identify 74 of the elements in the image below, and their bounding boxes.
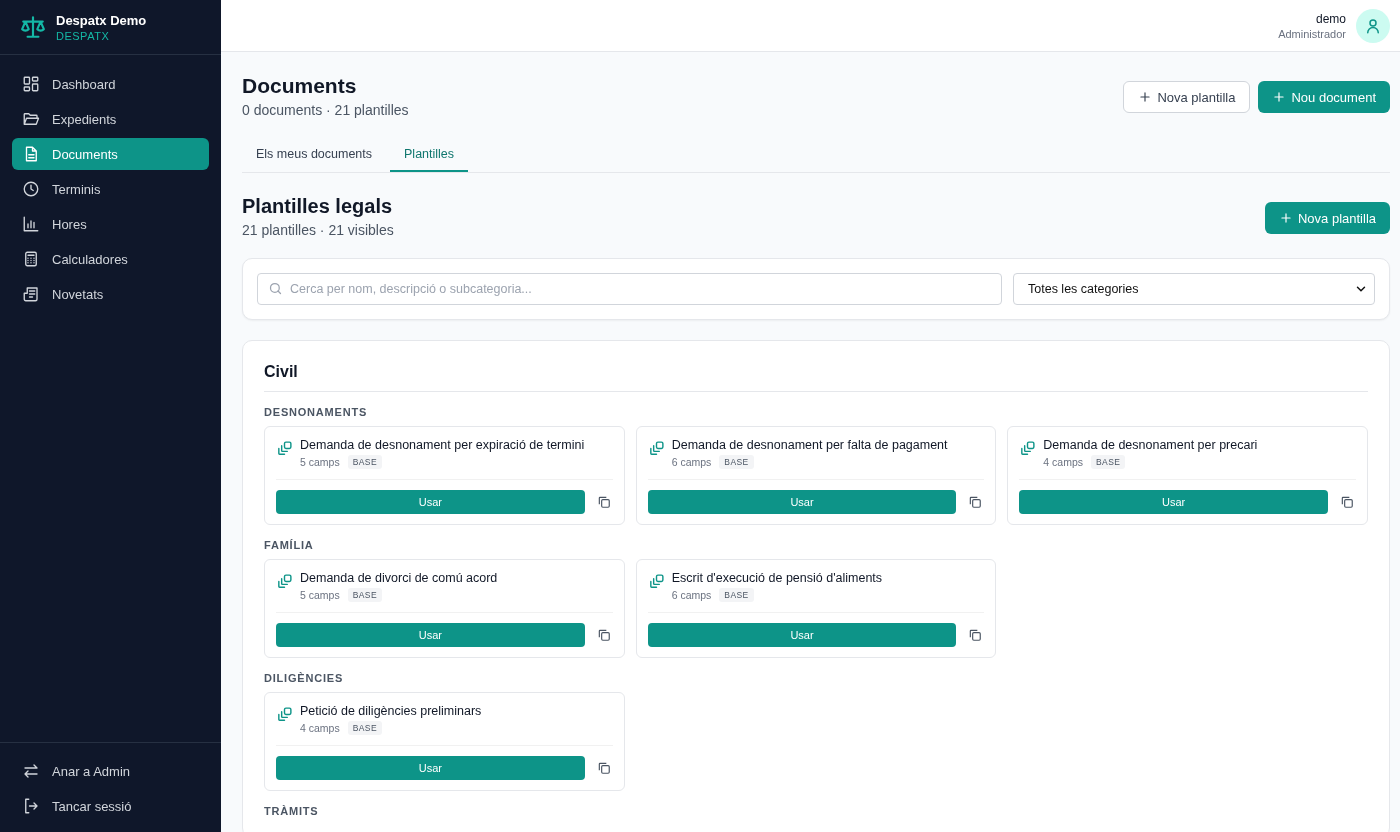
swap-arrows-icon <box>22 762 40 780</box>
category-title: Civil <box>264 363 1368 392</box>
copy-icon <box>647 440 665 457</box>
new-template-button[interactable]: Nova plantilla <box>1123 81 1251 113</box>
user-icon <box>1364 16 1382 35</box>
use-button[interactable]: Usar <box>276 490 585 514</box>
copy-icon <box>276 440 293 457</box>
base-badge: BASE <box>347 721 382 735</box>
tab[interactable]: Els meus documents <box>242 138 387 172</box>
template-name: Demanda de desnonament per falta de pagament <box>671 438 948 452</box>
nav-item[interactable]: Tancar sessió <box>12 790 209 822</box>
group-title: TRÀMITS <box>264 805 320 817</box>
folder-icon <box>22 110 40 128</box>
nav-item[interactable]: Novetats <box>12 278 209 310</box>
use-button[interactable]: Usar <box>1019 490 1328 514</box>
group-title: DESNONAMENTS <box>264 406 369 418</box>
section-subtitle: 21 plantilles · 21 visibles <box>242 222 394 238</box>
clock-icon <box>22 180 40 198</box>
search-field[interactable]: Cerca per nom, descripció o subcategoria... <box>257 273 1002 305</box>
base-badge: BASE <box>347 588 382 602</box>
page-subtitle: 0 documents · 21 plantilles <box>242 102 409 118</box>
bar-chart-icon <box>22 215 40 233</box>
group-title: FAMÍLIA <box>264 539 315 551</box>
grid-icon <box>22 75 40 93</box>
avatar-button[interactable] <box>1356 8 1390 43</box>
base-badge: BASE <box>719 588 754 602</box>
base-badge: BASE <box>719 455 754 469</box>
brand-name: Despatx Demo <box>56 12 147 28</box>
field-count: 5 camps <box>300 589 340 601</box>
newspaper-icon <box>22 285 40 303</box>
logout-icon <box>22 797 40 815</box>
template-name: Demanda de desnonament per precari <box>1043 438 1258 452</box>
copy-icon <box>276 573 293 590</box>
field-count: 4 camps <box>1043 456 1083 468</box>
field-count: 5 camps <box>300 456 340 468</box>
tab[interactable]: Plantilles <box>390 138 469 172</box>
field-count: 6 camps <box>671 589 712 601</box>
nav-item[interactable]: Hores <box>12 208 209 240</box>
brand-subtitle: DESPATX <box>56 29 111 42</box>
use-button[interactable]: Usar <box>276 756 585 780</box>
nav-item[interactable]: Documents <box>12 138 209 170</box>
nav-item[interactable]: Expedients <box>12 103 209 135</box>
new-document-button[interactable]: Nou document <box>1258 81 1390 113</box>
template-name: Escrit d'execució de pensió d'aliments <box>671 571 883 585</box>
template-name: Petició de diligències preliminars <box>300 704 482 718</box>
calculator-icon <box>22 250 40 268</box>
nav-item[interactable]: Anar a Admin <box>12 755 209 787</box>
plus-icon <box>1138 90 1153 104</box>
category-select[interactable]: Totes les categories <box>1013 273 1375 305</box>
use-button[interactable]: Usar <box>276 623 585 647</box>
copy-icon <box>647 573 665 590</box>
group-title: DILIGÈNCIES <box>264 672 345 684</box>
scales-icon <box>20 14 46 40</box>
section-title: Plantilles legals <box>242 195 394 218</box>
field-count: 6 camps <box>671 456 712 468</box>
nav-item[interactable]: Terminis <box>12 173 209 205</box>
field-count: 4 camps <box>300 722 340 734</box>
template-name: Demanda de desnonament per expiració de termini <box>300 438 585 452</box>
base-badge: BASE <box>347 455 382 469</box>
nav-item[interactable]: Calculadores <box>12 243 209 275</box>
user-role: Administrador <box>1278 27 1346 40</box>
copy-icon <box>1019 440 1037 457</box>
use-button[interactable]: Usar <box>647 490 957 514</box>
template-name: Demanda de divorci de comú acord <box>300 571 498 585</box>
nav-item[interactable]: Dashboard <box>12 68 209 100</box>
search-icon <box>268 281 283 296</box>
page-title: Documents <box>242 74 358 98</box>
use-button[interactable]: Usar <box>647 623 957 647</box>
plus-icon <box>1272 90 1287 104</box>
base-badge: BASE <box>1091 455 1126 469</box>
new-template-button[interactable]: Nova plantilla <box>1264 202 1390 234</box>
user-name: demo <box>1315 11 1346 26</box>
plus-icon <box>1278 211 1293 225</box>
copy-icon <box>276 706 293 723</box>
